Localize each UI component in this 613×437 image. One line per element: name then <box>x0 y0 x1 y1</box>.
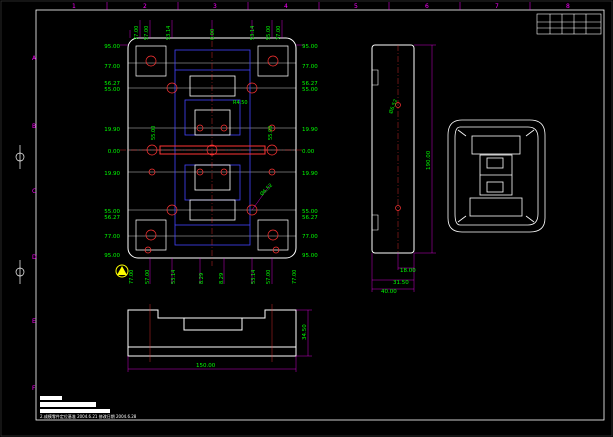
col-marker: 6 <box>425 3 429 10</box>
dim-label: 0.00 <box>210 29 216 40</box>
dim-label: 53.14 <box>251 270 257 284</box>
dim-label: 77.00 <box>134 26 140 40</box>
fiducial-markers <box>15 145 25 284</box>
col-marker: 7 <box>495 3 499 10</box>
row-marker: D <box>32 254 37 261</box>
dim-label: 77.00 <box>276 26 282 40</box>
dim-label: 53.14 <box>250 26 256 40</box>
col-marker: 8 <box>566 3 570 10</box>
datum-symbol <box>115 264 129 278</box>
col-marker: 4 <box>284 3 288 10</box>
footer-notes: 2.成模零件定位基准 2004.6.21 修改日期 2004.6.28 <box>40 396 137 419</box>
dim-label: 57.00 <box>145 270 151 284</box>
plan-view <box>120 20 304 284</box>
right-dimensions: 95.00 77.00 56.27 55.00 19.90 0.00 19.90… <box>302 44 318 259</box>
dim-label: 19.90 <box>104 127 120 133</box>
dim-label: 0.00 <box>108 149 121 155</box>
dim-label: 150.00 <box>196 363 216 369</box>
dim-label: 34.50 <box>302 324 308 340</box>
footer-text: 2.成模零件定位基准 2004.6.21 修改日期 2004.6.28 <box>40 413 137 419</box>
dim-label: 95.00 <box>302 253 318 259</box>
dim-label: R4.50 <box>233 100 248 106</box>
dim-label: 56.27 <box>302 215 318 221</box>
dim-label: 19.90 <box>302 171 318 177</box>
dim-label: 53.14 <box>171 270 177 284</box>
dim-label: 8.29 <box>219 273 225 284</box>
left-dimensions: 95.00 77.00 56.27 55.00 19.90 0.00 19.90… <box>104 44 120 259</box>
dim-label: 40.00 <box>381 289 397 295</box>
dim-label: Ø6.52 <box>387 98 399 115</box>
dim-label: 190.00 <box>426 150 432 170</box>
dim-label: 19.90 <box>302 127 318 133</box>
col-marker: 3 <box>213 3 217 10</box>
dim-label: 53.14 <box>166 26 172 40</box>
dim-label: 55.00 <box>302 87 318 93</box>
dim-label: 55.00 <box>151 126 157 140</box>
row-marker: E <box>32 318 36 325</box>
dim-label: 57.00 <box>144 26 150 40</box>
isometric-view <box>447 119 546 233</box>
dim-label: 77.00 <box>302 234 318 240</box>
dim-label: 55.00 <box>266 26 272 40</box>
dim-label: 55.00 <box>104 87 120 93</box>
dim-label: 95.00 <box>104 253 120 259</box>
dim-label: 55.00 <box>268 126 274 140</box>
dim-label: 95.00 <box>302 44 318 50</box>
row-marker: F <box>32 385 36 392</box>
front-view: 150.00 34.50 <box>127 304 312 372</box>
dim-label: 77.00 <box>302 64 318 70</box>
dim-label: 8.29 <box>199 273 205 284</box>
dim-label: 77.00 <box>104 234 120 240</box>
dim-label: 19.90 <box>104 171 120 177</box>
dim-label: 77.00 <box>104 64 120 70</box>
row-marker: C <box>32 188 36 195</box>
dim-label: 56.27 <box>104 215 120 221</box>
dim-label: 95.00 <box>104 44 120 50</box>
dim-label: 31.50 <box>393 280 409 286</box>
inner-dimensions: 55.00 55.00 R4.50 Ø6.52 <box>151 100 274 197</box>
dim-label: Ø6.52 <box>258 182 274 198</box>
bottom-dimensions: 77.00 57.00 53.14 8.29 8.29 53.14 57.00 … <box>129 270 298 284</box>
col-marker: 2 <box>143 3 147 10</box>
row-marker: B <box>32 123 36 130</box>
cad-drawing: 1 2 3 4 5 6 7 8 A B C D E F 2.成模零件定位基准 2… <box>0 0 613 437</box>
col-marker: 5 <box>354 3 358 10</box>
dim-label: 77.00 <box>129 270 135 284</box>
dim-label: 57.00 <box>266 270 272 284</box>
col-marker: 1 <box>72 3 76 10</box>
column-markers: 1 2 3 4 5 6 7 8 <box>72 3 570 10</box>
dim-label: 0.00 <box>302 149 315 155</box>
dim-label: 77.00 <box>292 270 298 284</box>
side-view: Ø6.52 190.00 18.00 31.50 40.00 <box>371 44 436 295</box>
dim-label: 18.00 <box>400 268 416 274</box>
title-block <box>536 13 602 35</box>
